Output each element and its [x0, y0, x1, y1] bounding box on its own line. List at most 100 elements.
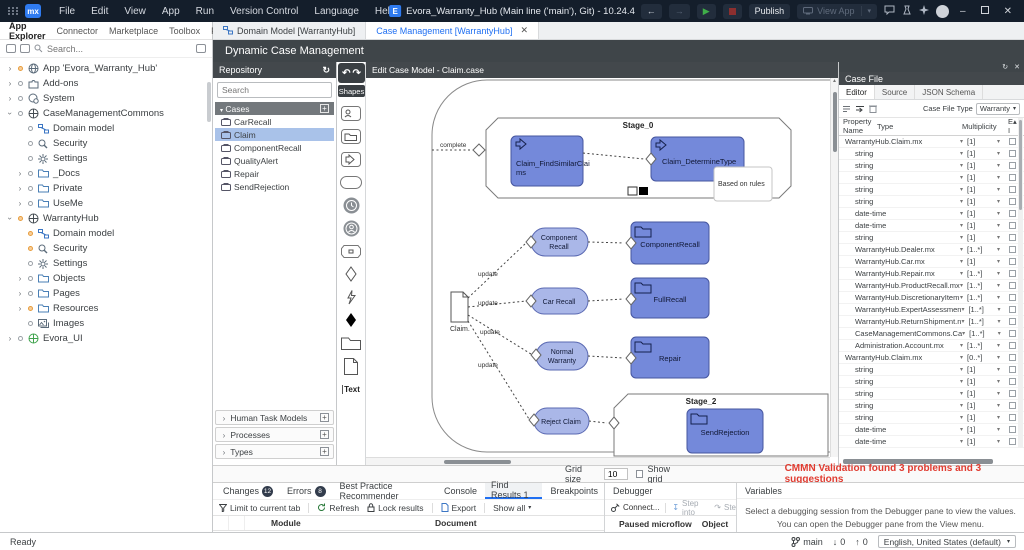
chevron-right-icon[interactable]: › — [16, 199, 24, 208]
multiplicity-select[interactable]: [1..*] — [967, 245, 997, 254]
edit-checkbox[interactable] — [1009, 282, 1016, 289]
edit-checkbox[interactable] — [1009, 438, 1016, 445]
case-file-row[interactable]: WarrantyHub.Dealer.mx▾[1..*]▾ — [839, 244, 1024, 256]
type-select[interactable]: CaseManagementCommons.Ca — [855, 329, 962, 338]
tab-errors[interactable]: Errors8 — [281, 483, 332, 499]
edit-checkbox[interactable] — [1009, 318, 1016, 325]
delete-property-icon[interactable] — [869, 104, 877, 113]
edit-checkbox[interactable] — [1009, 234, 1016, 241]
milestone-normal-warranty[interactable] — [536, 342, 588, 370]
edit-checkbox[interactable] — [1009, 222, 1016, 229]
chevron-right-icon[interactable]: › — [16, 184, 24, 193]
multiplicity-select[interactable]: [1] — [967, 197, 997, 206]
multiplicity-select[interactable]: [1] — [967, 437, 997, 446]
case-file-row[interactable]: date-time▾[1]▾ — [839, 436, 1024, 448]
chevron-down-icon[interactable]: › — [6, 110, 15, 118]
filter-icon[interactable] — [196, 44, 206, 53]
sidebar-search[interactable] — [34, 44, 192, 54]
tree-item-add-ons[interactable]: ›Add-ons — [0, 76, 212, 91]
edit-checkbox[interactable] — [1009, 150, 1016, 157]
show-all-dropdown[interactable]: Show all▾ — [493, 503, 531, 513]
show-grid-checkbox[interactable] — [636, 470, 644, 478]
tree-item-useme[interactable]: ›UseMe — [0, 196, 212, 211]
multiplicity-select[interactable]: [1] — [967, 185, 997, 194]
close-icon[interactable]: ✕ — [1014, 63, 1020, 71]
multiplicity-select[interactable]: [1] — [967, 257, 997, 266]
tree-item-security[interactable]: Security — [0, 136, 212, 151]
run-button[interactable]: ▶ — [697, 4, 716, 19]
type-select[interactable]: WarrantyHub.ExpertAssessmen — [855, 305, 961, 314]
multiplicity-select[interactable]: [1] — [967, 173, 997, 182]
multiplicity-select[interactable]: [1..*] — [967, 281, 997, 290]
tree-item-images[interactable]: Images — [0, 316, 212, 331]
tree-item-evora-ui[interactable]: ›Evora_UI — [0, 331, 212, 346]
section-types[interactable]: › Types+ — [215, 444, 334, 459]
edit-checkbox[interactable] — [1009, 138, 1016, 145]
tab-debugger[interactable]: Debugger — [605, 483, 736, 499]
type-select[interactable]: string — [855, 197, 873, 206]
type-select[interactable]: WarrantyHub.Claim.mx — [845, 353, 922, 362]
type-select[interactable]: string — [855, 161, 873, 170]
chevron-down-icon[interactable]: › — [6, 215, 15, 223]
edit-checkbox[interactable] — [1009, 390, 1016, 397]
exit-criterion-shape[interactable] — [339, 311, 363, 329]
case-file-row[interactable]: string▾[1]▾ — [839, 160, 1024, 172]
language-select[interactable]: English, United States (default)▾ — [878, 535, 1016, 548]
case-file-row[interactable]: string▾[1]▾ — [839, 412, 1024, 424]
repo-case-sendrejection[interactable]: SendRejection — [215, 180, 334, 193]
experiments-icon[interactable] — [902, 5, 912, 18]
edit-checkbox[interactable] — [1009, 294, 1016, 301]
repository-search-input[interactable] — [218, 85, 331, 95]
menu-language[interactable]: Language — [306, 6, 367, 17]
tree-item-resources[interactable]: ›Resources — [0, 301, 212, 316]
tree-item-pages[interactable]: ›Pages — [0, 286, 212, 301]
type-select[interactable]: WarrantyHub.ReturnShipment.n — [855, 317, 961, 326]
type-select[interactable]: date-time — [855, 221, 886, 230]
type-select[interactable]: WarrantyHub.Car.mx — [855, 257, 925, 266]
user-event-shape[interactable] — [339, 219, 363, 237]
edit-checkbox[interactable] — [1009, 330, 1016, 337]
edit-checkbox[interactable] — [1009, 174, 1016, 181]
publish-button[interactable]: Publish — [749, 4, 791, 19]
tree-item-settings[interactable]: Settings — [0, 256, 212, 271]
redo-icon[interactable]: ↷ — [353, 68, 361, 79]
edit-checkbox[interactable] — [1009, 402, 1016, 409]
chevron-right-icon[interactable]: › — [220, 431, 228, 440]
menu-edit[interactable]: Edit — [83, 6, 116, 17]
col-object[interactable]: Object — [702, 519, 728, 529]
edit-checkbox[interactable] — [1009, 426, 1016, 433]
tree-item-objects[interactable]: ›Objects — [0, 271, 212, 286]
case-file-row[interactable]: date-time▾[1]▾ — [839, 208, 1024, 220]
edit-checkbox[interactable] — [1009, 162, 1016, 169]
repo-case-repair[interactable]: Repair — [215, 167, 334, 180]
minimize-icon[interactable]: – — [956, 6, 970, 17]
chevron-right-icon[interactable]: › — [6, 334, 14, 343]
col-module[interactable]: Module — [245, 518, 435, 528]
add-icon[interactable]: + — [320, 430, 329, 439]
tree-item-warrantyhub[interactable]: ›WarrantyHub — [0, 211, 212, 226]
edit-checkbox[interactable] — [1009, 246, 1016, 253]
grid-size-input[interactable] — [604, 468, 628, 480]
case-file-row[interactable]: string▾[1]▾ — [839, 232, 1024, 244]
cmmn-diagram[interactable]: Stage_0 complete Claim_FindSimilarClai m… — [366, 78, 830, 457]
type-select[interactable]: WarrantyHub.DiscretionaryItem — [855, 293, 959, 302]
menu-version-control[interactable]: Version Control — [222, 6, 306, 17]
document-shape[interactable] — [339, 357, 363, 375]
validation-message[interactable]: CMMN Validation found 3 problems and 3 s… — [785, 463, 1024, 485]
case-file-row[interactable]: WarrantyHub.Claim.mx▾[1]▾ — [839, 136, 1024, 148]
tab-toolbox[interactable]: Toolbox — [164, 26, 205, 36]
human-task-shape[interactable] — [339, 104, 363, 122]
maximize-icon[interactable] — [977, 6, 993, 17]
tab-changes[interactable]: Changes12 — [217, 483, 279, 499]
nav-forward-button[interactable]: → — [669, 4, 690, 19]
milestone-component-recall[interactable] — [531, 228, 588, 256]
tree-item-domain-model[interactable]: Domain model — [0, 121, 212, 136]
col-multiplicity[interactable]: Multiplicity — [962, 122, 1008, 131]
ai-assist-icon[interactable] — [919, 5, 929, 18]
branch-indicator[interactable]: main — [791, 537, 823, 547]
type-select[interactable]: string — [855, 401, 873, 410]
chevron-right-icon[interactable]: › — [16, 289, 24, 298]
case-file-row[interactable]: CaseManagementCommons.Ca▾[1..*]▾ — [839, 328, 1024, 340]
type-select[interactable]: date-time — [855, 437, 886, 446]
case-model-canvas[interactable]: Edit Case Model - Claim.case Stage_0 com… — [366, 62, 838, 465]
